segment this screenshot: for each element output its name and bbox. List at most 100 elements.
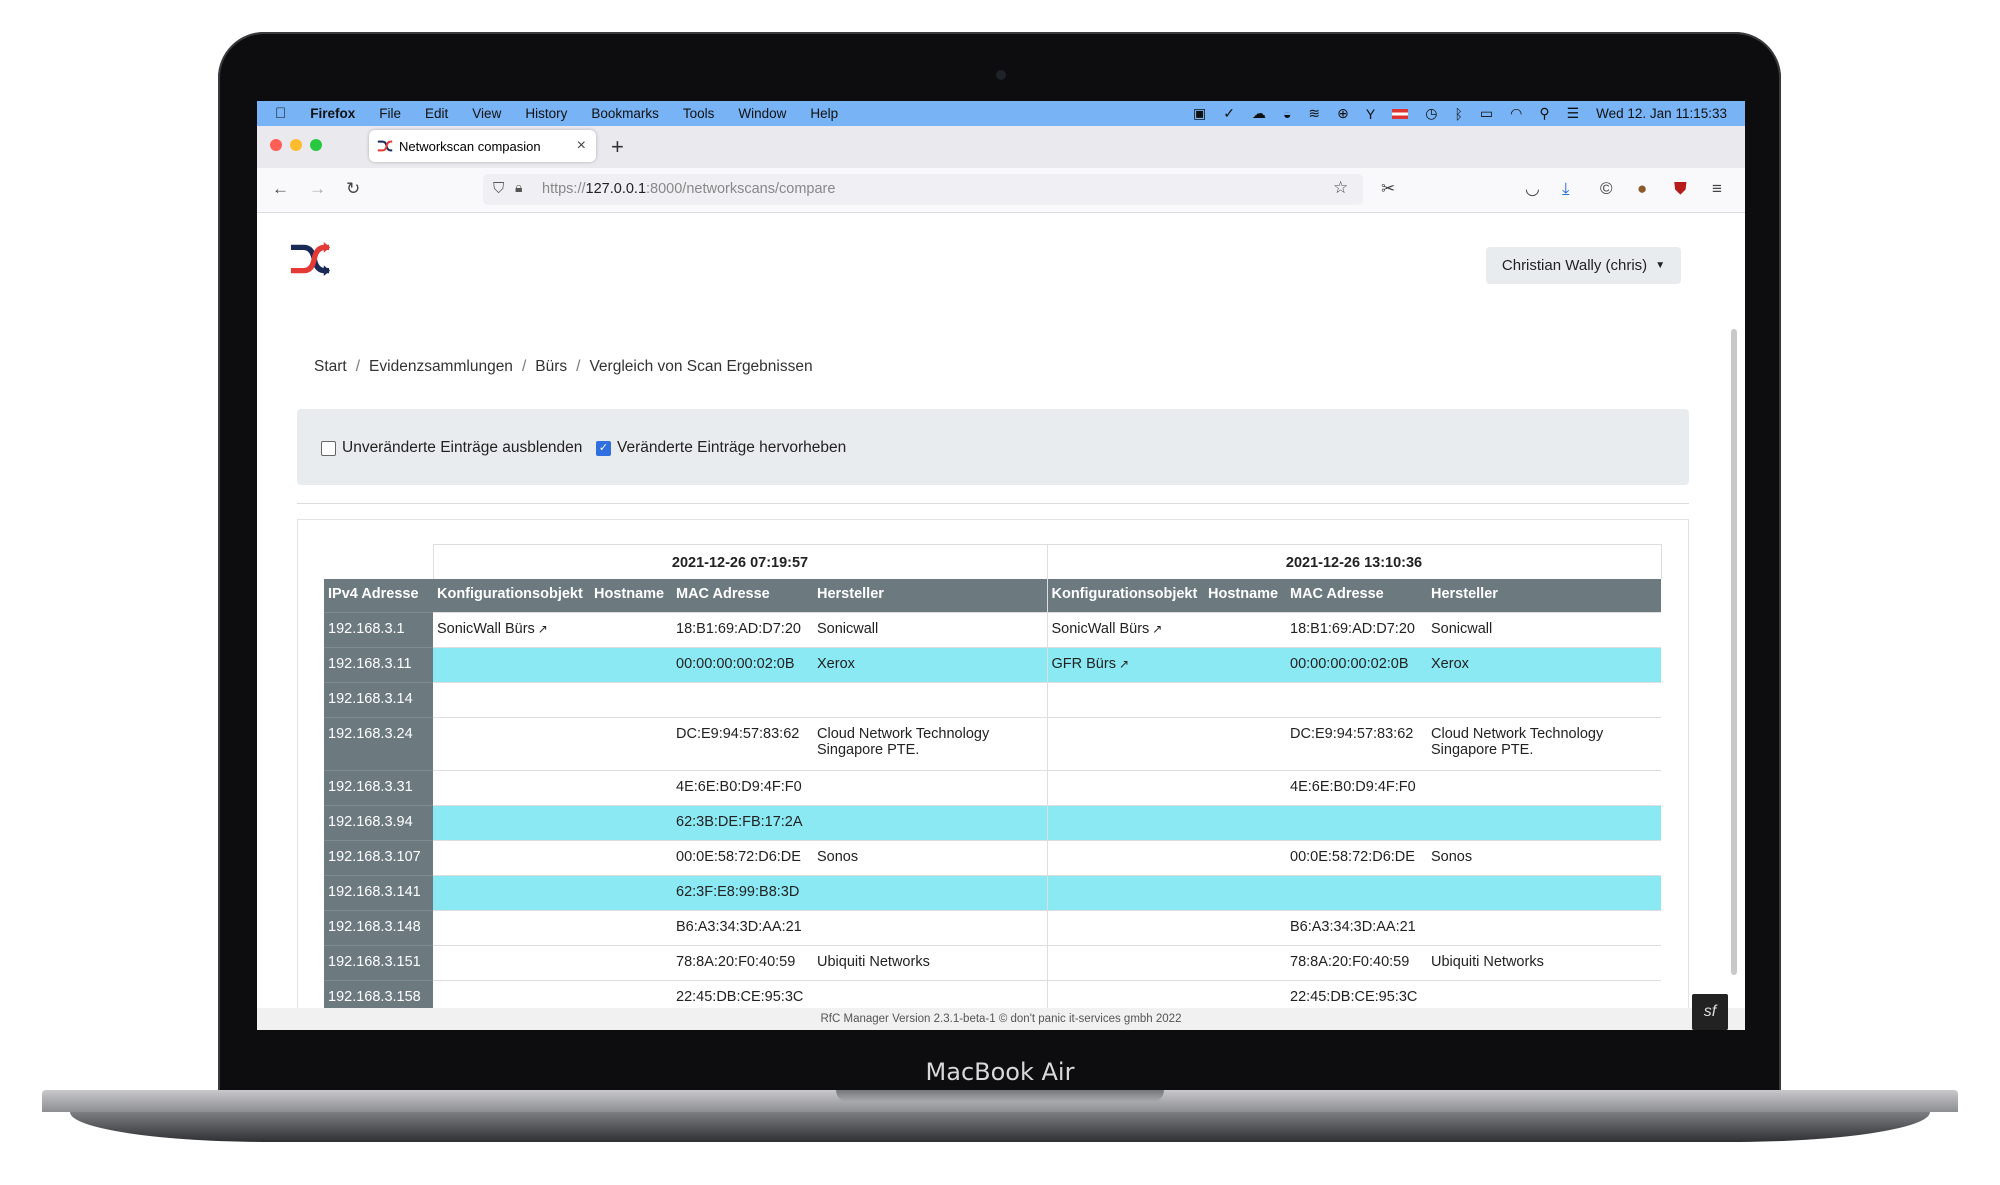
download-icon[interactable]: ⤓: [1562, 179, 1570, 199]
url-bar[interactable]: ⛉ 🔒︎ https://127.0.0.1:8000/networkscans…: [483, 174, 1363, 205]
cell-text: 22:45:DB:CE:95:3C: [676, 989, 804, 1005]
globe-status-icon[interactable]: ⊕: [1337, 105, 1349, 122]
forward-arrow-icon[interactable]: →: [309, 179, 326, 199]
flag-austria-icon[interactable]: [1392, 108, 1409, 119]
fork-status-icon[interactable]: Y: [1366, 106, 1375, 122]
menu-history[interactable]: History: [525, 106, 567, 121]
minimize-window-button[interactable]: [290, 139, 302, 151]
header-mac-left: MAC Adresse: [672, 579, 813, 613]
cell-r-vendor: [1427, 770, 1661, 806]
cell-l-obj: [433, 910, 590, 946]
table-row: 192.168.3.31 4E:6E:B0:D9:4F:F0 4E:6E:B0:D9…: [324, 770, 1661, 806]
cell-l-obj: [433, 840, 590, 876]
zoom-status-icon[interactable]: ▣: [1193, 105, 1206, 122]
apple-icon[interactable]: : [275, 105, 286, 122]
ublock-shield-icon[interactable]: ⛊: [1674, 179, 1687, 199]
extension-c-icon[interactable]: ©: [1600, 179, 1613, 199]
tab-networkscan[interactable]: Networkscan compasion ×: [369, 130, 596, 162]
cell-l-obj: [433, 805, 590, 841]
external-link-icon[interactable]: ↗: [1119, 657, 1129, 671]
check-status-icon[interactable]: ✓: [1223, 105, 1235, 122]
laptop-base-lower: [70, 1112, 1930, 1142]
reload-icon[interactable]: ↻: [346, 179, 360, 199]
close-window-button[interactable]: [270, 139, 282, 151]
menu-file[interactable]: File: [379, 106, 401, 121]
cell-r-vendor: Sonicwall: [1427, 612, 1661, 648]
tracking-shield-icon[interactable]: ⛉: [493, 180, 504, 197]
new-tab-button[interactable]: +: [611, 134, 624, 160]
cell-r-host: [1204, 647, 1286, 683]
bookmark-star-icon[interactable]: ☆: [1333, 178, 1348, 198]
cell-text: SonicWall Bürs: [437, 621, 535, 637]
cell-l-obj: [433, 875, 590, 911]
cell-l-obj[interactable]: SonicWall Bürs ↗: [433, 612, 590, 648]
cell-r-vendor: [1427, 875, 1661, 911]
page-footer: RfC Manager Version 2.3.1-beta-1 © don't…: [257, 1008, 1745, 1030]
screenshot-icon[interactable]: ✂: [1381, 179, 1395, 199]
ip-cell: 192.168.3.151: [324, 945, 433, 981]
tab-title: Networkscan compasion: [399, 138, 541, 154]
menu-edit[interactable]: Edit: [425, 106, 448, 121]
cell-text: 00:00:00:00:02:0B: [1290, 656, 1409, 672]
bluetooth-icon[interactable]: ᛒ: [1454, 106, 1462, 122]
menu-window[interactable]: Window: [738, 106, 786, 121]
cell-l-obj: [433, 717, 590, 771]
checkbox-checked-icon[interactable]: ✓: [596, 440, 611, 456]
external-link-icon[interactable]: ↗: [1152, 622, 1162, 636]
breadcrumb-evidenzsammlungen[interactable]: Evidenzsammlungen: [369, 358, 513, 375]
user-menu-button[interactable]: Christian Wally (chris) ▼: [1486, 247, 1681, 284]
battery-icon[interactable]: ▭: [1480, 105, 1493, 122]
lock-icon[interactable]: 🔒︎: [515, 179, 522, 196]
hide-unchanged-checkbox[interactable]: Unveränderte Einträge ausblenden: [321, 439, 582, 457]
spotlight-search-icon[interactable]: ⚲: [1539, 105, 1549, 122]
cell-r-vendor: Ubiquiti Networks: [1427, 945, 1661, 981]
hamburger-menu-icon[interactable]: ≡: [1712, 179, 1722, 199]
cell-l-obj: [433, 770, 590, 806]
cell-r-obj[interactable]: GFR Bürs ↗: [1046, 647, 1204, 683]
cell-l-mac: 62:3F:E8:99:B8:3D: [672, 875, 813, 911]
menu-view[interactable]: View: [472, 106, 501, 121]
page-scrollbar[interactable]: [1731, 329, 1737, 975]
tab-close-icon[interactable]: ×: [577, 137, 586, 155]
wifi-icon[interactable]: ◠: [1510, 105, 1522, 122]
external-link-icon[interactable]: ↗: [538, 622, 548, 636]
menu-help[interactable]: Help: [810, 106, 838, 121]
highlight-changed-checkbox[interactable]: ✓ Veränderte Einträge hervorheben: [596, 439, 846, 457]
app-logo-icon[interactable]: [287, 241, 333, 277]
cell-l-mac: 18:B1:69:AD:D7:20: [672, 612, 813, 648]
menubar-clock[interactable]: Wed 12. Jan 11:15:33: [1596, 106, 1727, 121]
table-body: 192.168.3.1 SonicWall Bürs ↗ 18:B1:69:AD:D7…: [324, 612, 1661, 1015]
cloud-status-icon[interactable]: ☁: [1252, 105, 1266, 122]
control-center-icon[interactable]: ☰: [1567, 105, 1580, 122]
pocket-icon[interactable]: ◡: [1525, 179, 1540, 199]
time-machine-icon[interactable]: ◷: [1425, 105, 1437, 122]
tab-favicon-icon: [377, 140, 393, 152]
breadcrumb-burs[interactable]: Bürs: [535, 358, 567, 375]
breadcrumb-start[interactable]: Start: [314, 358, 347, 375]
ip-cell: 192.168.3.14: [324, 682, 433, 718]
extension-cookie-icon[interactable]: ●: [1637, 179, 1647, 199]
zoom-window-button[interactable]: [310, 139, 322, 151]
cell-r-mac: DC:E9:94:57:83:62: [1286, 717, 1427, 771]
cell-r-mac: B6:A3:34:3D:AA:21: [1286, 910, 1427, 946]
cell-l-host: [590, 840, 672, 876]
ip-cell: 192.168.3.24: [324, 717, 433, 771]
cell-l-host: [590, 910, 672, 946]
menu-tools[interactable]: Tools: [683, 106, 715, 121]
cell-l-mac: 4E:6E:B0:D9:4F:F0: [672, 770, 813, 806]
symfony-toolbar-icon[interactable]: sf: [1692, 994, 1728, 1030]
shield-status-icon[interactable]: ◒: [1283, 106, 1291, 122]
cell-r-obj[interactable]: SonicWall Bürs ↗: [1046, 612, 1204, 648]
cell-text: Sonicwall: [1431, 621, 1493, 637]
cell-r-host: [1204, 910, 1286, 946]
menu-bookmarks[interactable]: Bookmarks: [591, 106, 659, 121]
back-arrow-icon[interactable]: ←: [272, 179, 289, 199]
checkbox-unchecked[interactable]: [321, 440, 336, 456]
menu-app-firefox[interactable]: Firefox: [310, 106, 355, 121]
cell-r-obj: [1046, 840, 1204, 876]
cell-text: DC:E9:94:57:83:62: [1290, 726, 1414, 742]
cell-r-vendor: [1427, 910, 1661, 946]
cell-text: 62:3F:E8:99:B8:3D: [676, 884, 800, 900]
url-prefix: https://: [542, 181, 586, 197]
layers-status-icon[interactable]: ≋: [1308, 105, 1320, 122]
